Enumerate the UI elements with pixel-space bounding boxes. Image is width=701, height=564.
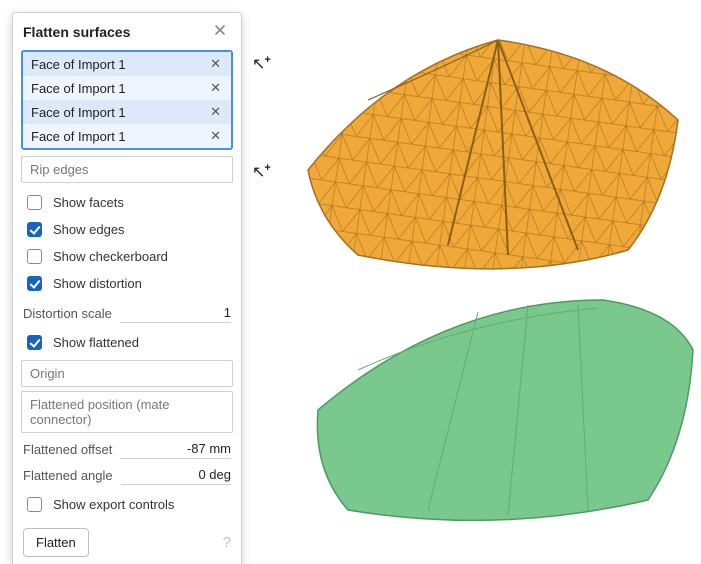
face-selection-label: Face of Import 1 (31, 57, 126, 72)
face-selection-label: Face of Import 1 (31, 81, 126, 96)
flattened-offset-label: Flattened offset (23, 442, 112, 457)
flattened-offset-row: Flattened offset -87 mm (23, 439, 231, 459)
add-selection-cursor: ↖+ (252, 54, 272, 74)
face-selection-row[interactable]: Face of Import 1 ✕ (23, 124, 231, 148)
face-selection-label: Face of Import 1 (31, 129, 126, 144)
flattened-position-input[interactable]: Flattened position (mate connector) (21, 391, 233, 433)
option-label: Show facets (53, 195, 124, 210)
rip-edges-input[interactable]: Rip edges (21, 156, 233, 183)
faces-to-flatten-input[interactable]: Face of Import 1 ✕ Face of Import 1 ✕ Fa… (21, 50, 233, 150)
option-label: Show checkerboard (53, 249, 168, 264)
flatten-surfaces-panel: Flatten surfaces Face of Import 1 ✕ Face… (12, 12, 242, 564)
flatten-button[interactable]: Flatten (23, 528, 89, 557)
flattened-offset-input[interactable]: -87 mm (120, 439, 231, 459)
face-selection-label: Face of Import 1 (31, 105, 126, 120)
distortion-scale-label: Distortion scale (23, 306, 112, 321)
show-flattened-checkbox[interactable] (27, 335, 42, 350)
remove-selection-icon[interactable]: ✕ (208, 80, 223, 96)
show-distortion-checkbox[interactable] (27, 276, 42, 291)
show-export-controls-checkbox[interactable] (27, 497, 42, 512)
add-selection-cursor: ↖+ (252, 162, 272, 182)
show-facets-checkbox[interactable] (27, 195, 42, 210)
option-label: Show flattened (53, 335, 139, 350)
remove-selection-icon[interactable]: ✕ (208, 104, 223, 120)
show-checkerboard-checkbox[interactable] (27, 249, 42, 264)
help-icon[interactable]: ? (223, 534, 231, 551)
show-checkerboard-option[interactable]: Show checkerboard (23, 243, 231, 270)
face-selection-row[interactable]: Face of Import 1 ✕ (23, 76, 231, 100)
option-label: Show edges (53, 222, 125, 237)
distortion-scale-row: Distortion scale 1 (23, 303, 231, 323)
show-facets-option[interactable]: Show facets (23, 189, 231, 216)
option-label: Show distortion (53, 276, 142, 291)
face-selection-row[interactable]: Face of Import 1 ✕ (23, 52, 231, 76)
remove-selection-icon[interactable]: ✕ (208, 128, 223, 144)
show-edges-option[interactable]: Show edges (23, 216, 231, 243)
flattened-surface (317, 300, 693, 520)
viewport-3d[interactable] (248, 0, 700, 564)
remove-selection-icon[interactable]: ✕ (208, 56, 223, 72)
source-surface (308, 40, 678, 269)
option-label: Show export controls (53, 497, 174, 512)
show-flattened-option[interactable]: Show flattened (23, 329, 231, 356)
close-icon[interactable] (209, 21, 231, 42)
flattened-angle-input[interactable]: 0 deg (121, 465, 231, 485)
face-selection-row[interactable]: Face of Import 1 ✕ (23, 100, 231, 124)
show-edges-checkbox[interactable] (27, 222, 42, 237)
flattened-angle-label: Flattened angle (23, 468, 113, 483)
flattened-angle-row: Flattened angle 0 deg (23, 465, 231, 485)
show-distortion-option[interactable]: Show distortion (23, 270, 231, 297)
show-export-controls-option[interactable]: Show export controls (23, 491, 231, 518)
distortion-scale-input[interactable]: 1 (120, 303, 231, 323)
origin-input[interactable]: Origin (21, 360, 233, 387)
panel-title: Flatten surfaces (23, 24, 130, 40)
